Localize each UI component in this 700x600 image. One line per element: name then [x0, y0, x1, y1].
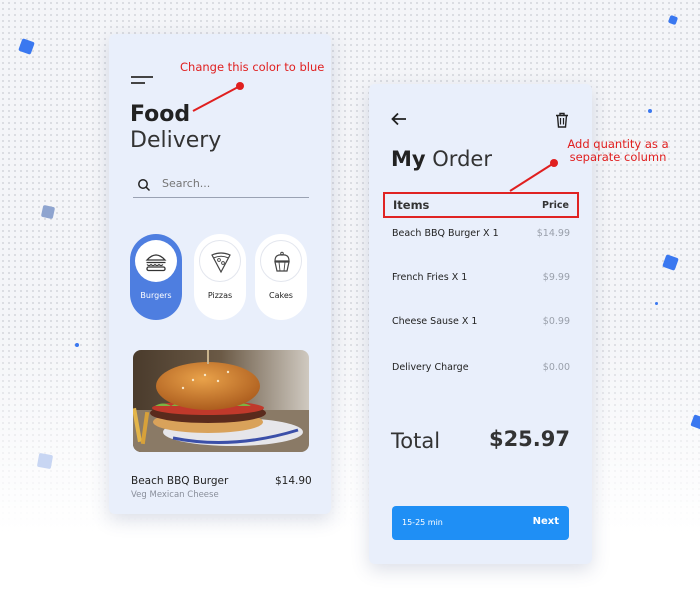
annotation-quantity-note: Add quantity as a separate column	[567, 137, 669, 164]
annotation-color-note: Change this color to blue	[180, 60, 325, 74]
annotation-arrows	[192, 82, 558, 192]
